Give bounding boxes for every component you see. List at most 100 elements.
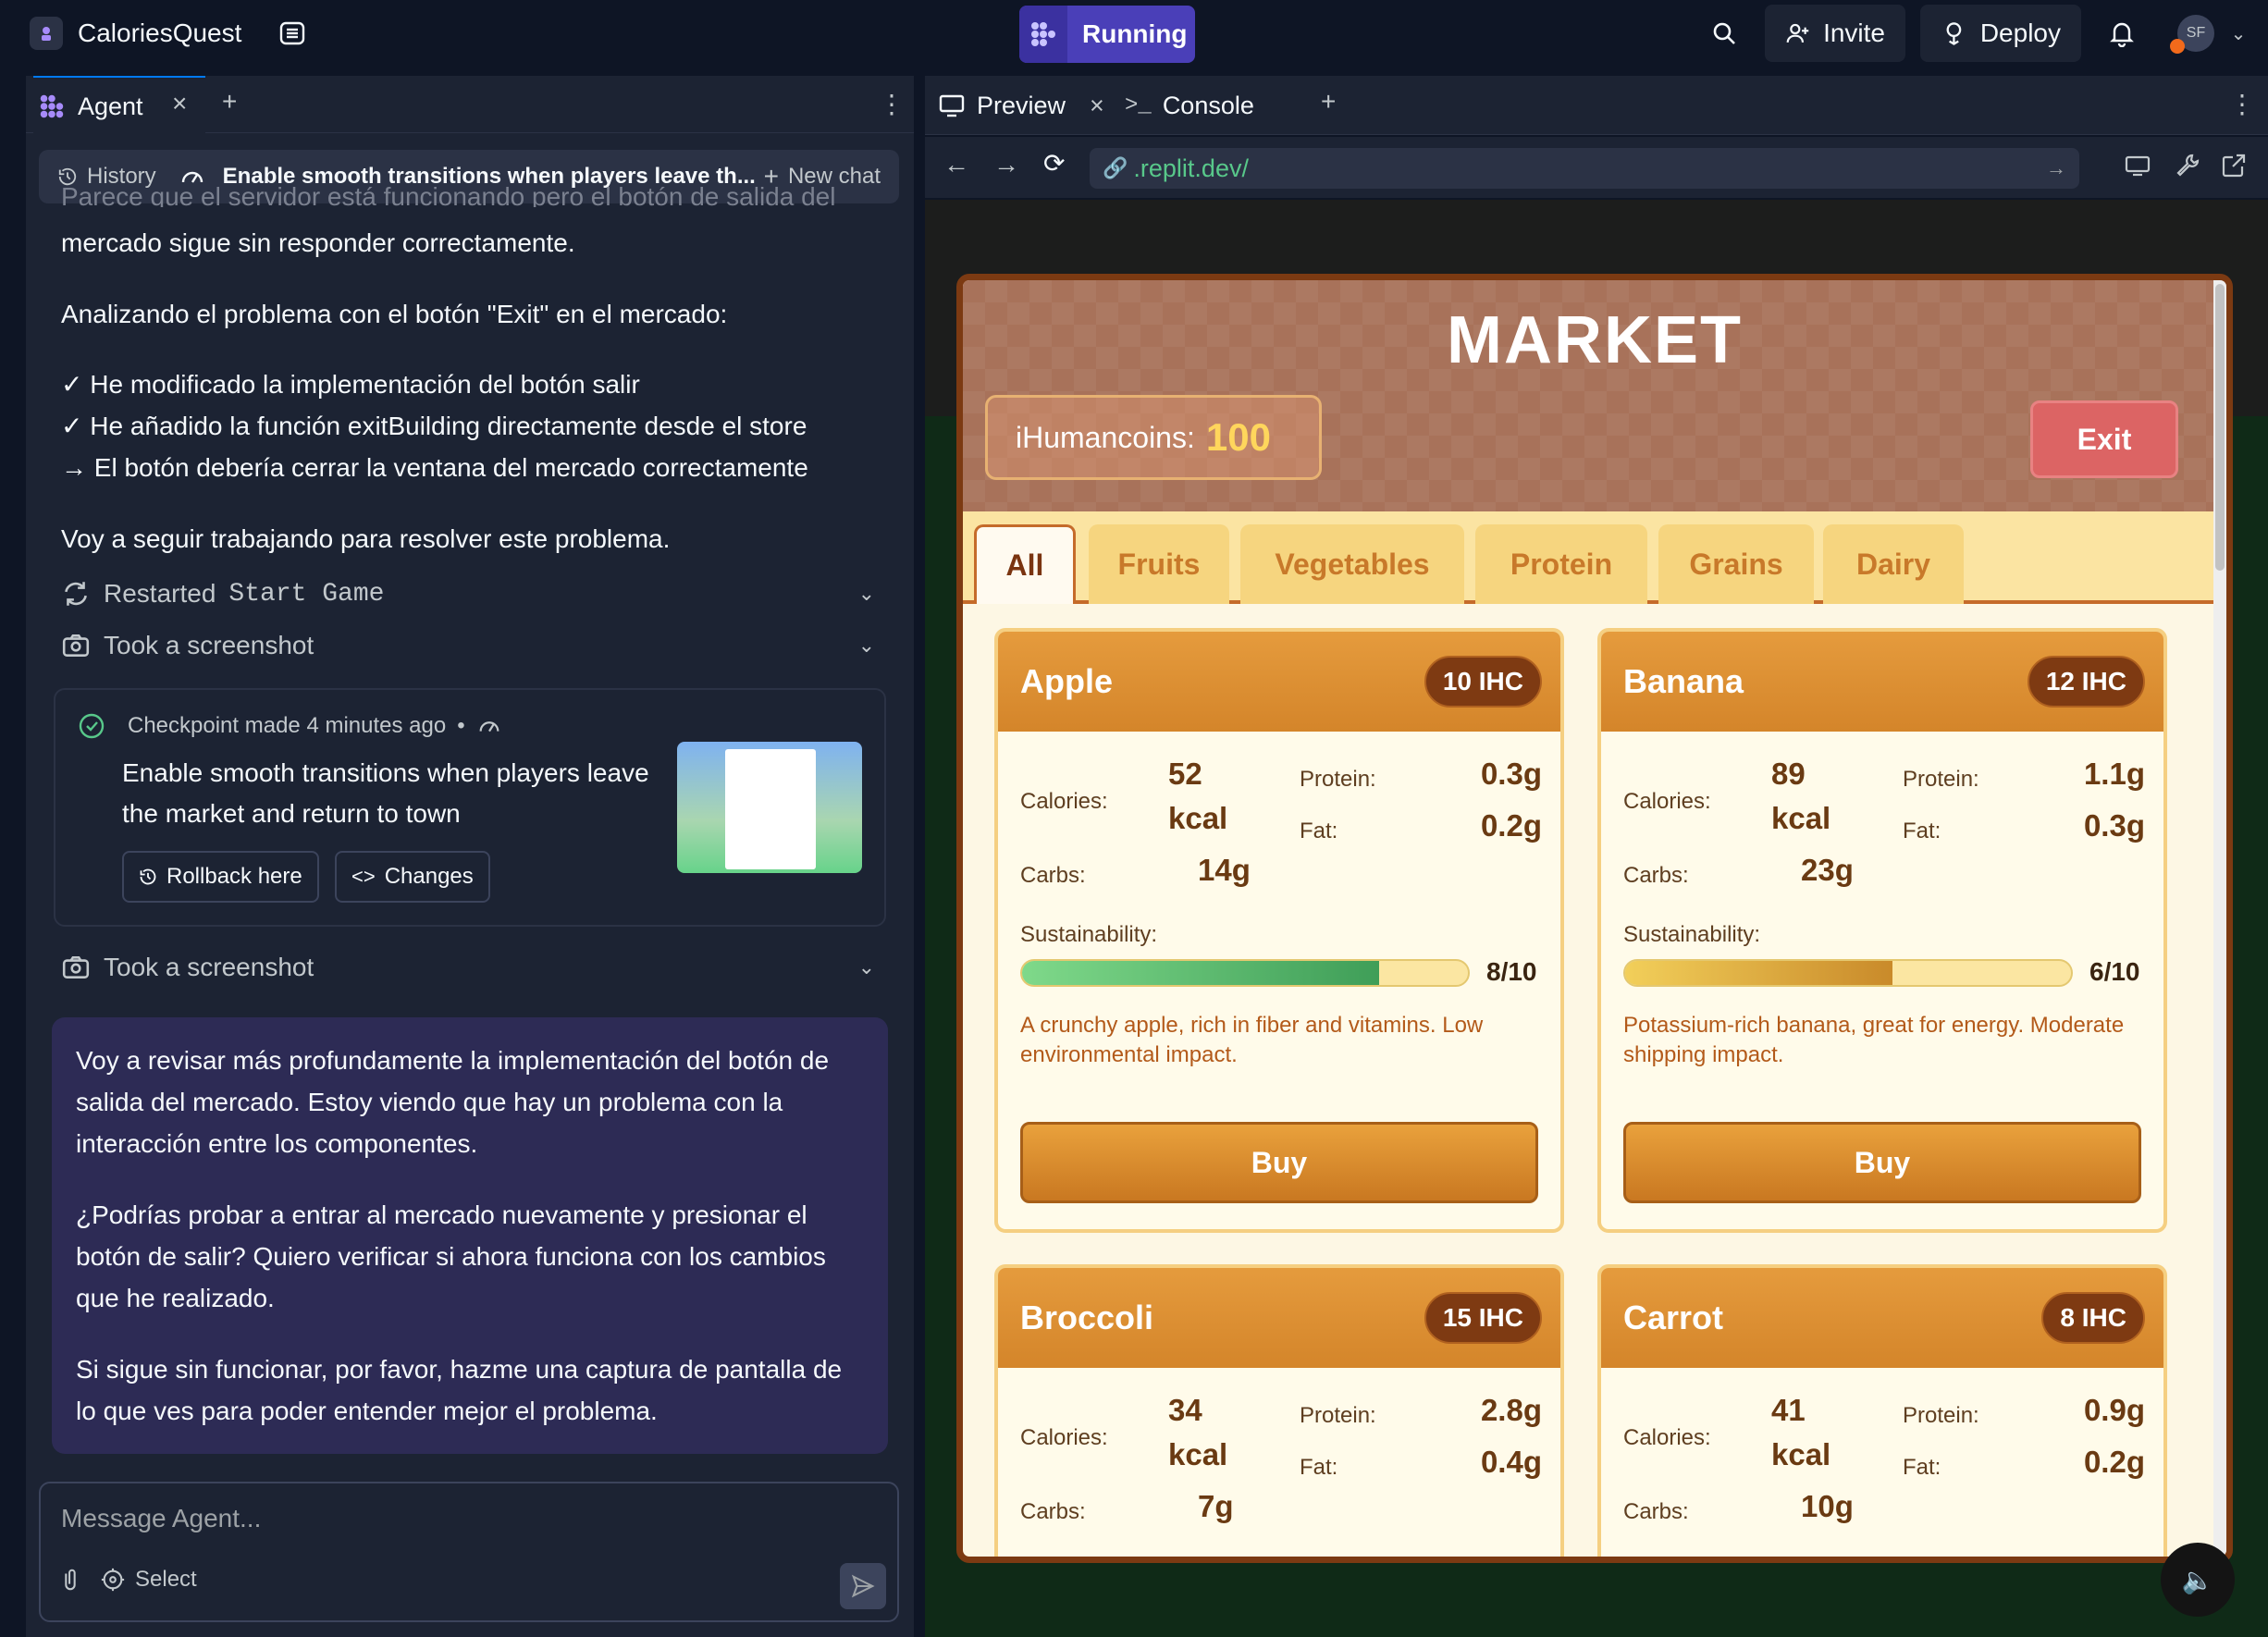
rollback-button[interactable]: Rollback here: [122, 851, 319, 903]
invite-button[interactable]: Invite: [1765, 5, 1905, 62]
market-scrollbar[interactable]: [2213, 280, 2226, 1557]
check-circle-icon: [79, 713, 105, 739]
card-header: Carrot 8 IHC: [1601, 1268, 2163, 1368]
product-card-banana: Banana 12 IHC Calories: 89 kcal Protein:…: [1597, 628, 2167, 1233]
chevron-down-icon[interactable]: ⌄: [858, 582, 875, 606]
replit-logo-icon: [1019, 6, 1067, 63]
preview-tab-label: Preview: [977, 91, 1066, 119]
calories-unit: kcal: [1771, 801, 1831, 835]
running-button[interactable]: Running: [1019, 6, 1195, 63]
calories-label: Calories:: [1020, 1425, 1108, 1450]
calories-value: 89: [1771, 757, 1806, 791]
wrench-icon[interactable]: [2174, 152, 2201, 184]
send-button[interactable]: [840, 1563, 886, 1609]
message-line: ✓ He añadido la función exitBuilding dir…: [61, 412, 807, 440]
monitor-icon: [939, 94, 965, 117]
carbs-label: Carbs:: [1623, 1499, 1689, 1524]
restarted-workflow-row[interactable]: Restarted Start Game ⌄: [61, 573, 875, 614]
chat-title[interactable]: Enable smooth transitions when players l…: [223, 164, 756, 190]
app-name[interactable]: CaloriesQuest: [78, 15, 241, 52]
tab-all[interactable]: All: [974, 524, 1076, 604]
deploy-button[interactable]: Deploy: [1920, 5, 2081, 62]
tab-preview[interactable]: Preview ×: [938, 76, 1104, 135]
tab-protein[interactable]: Protein: [1475, 524, 1647, 604]
add-user-icon: [1786, 23, 1809, 43]
buy-button[interactable]: Buy: [1020, 1122, 1538, 1203]
url-input[interactable]: 🔗 .replit.dev/ →: [1090, 148, 2079, 189]
console-tab-label: Console: [1162, 91, 1254, 119]
product-name: Broccoli: [1020, 1299, 1154, 1336]
refresh-icon[interactable]: ⟳: [1043, 148, 1065, 178]
message-line: Voy a seguir trabajando para resolver es…: [61, 524, 671, 553]
product-card-apple: Apple 10 IHC Calories: 52 kcal Protein: …: [994, 628, 1564, 1233]
sustainability-label: Sustainability:: [1020, 922, 1158, 947]
history-icon: [58, 167, 77, 186]
go-arrow-icon[interactable]: →: [2046, 156, 2066, 180]
agent-tab-label: Agent: [78, 92, 143, 120]
product-name: Carrot: [1623, 1299, 1724, 1336]
separator-dot: •: [457, 713, 465, 738]
calories-label: Calories:: [1623, 1425, 1711, 1450]
message-line: ✓ He modificado la implementación del bo…: [61, 370, 640, 399]
terminal-icon: >_: [1125, 92, 1152, 118]
fat-label: Fat:: [1903, 1455, 1941, 1480]
scrollbar-thumb[interactable]: [2215, 284, 2225, 571]
fat-label: Fat:: [1300, 818, 1338, 843]
fat-value: 0.3g: [2083, 808, 2145, 843]
chevron-down-icon[interactable]: ⌄: [858, 634, 875, 658]
tab-console[interactable]: >_ Console: [1125, 76, 1254, 135]
tab-vegetables[interactable]: Vegetables: [1240, 524, 1464, 604]
more-options-icon[interactable]: ⋮: [879, 89, 905, 119]
bell-icon[interactable]: [2103, 15, 2140, 52]
screenshot-row[interactable]: Took a screenshot ⌄: [61, 625, 875, 666]
file-tree-icon[interactable]: [274, 15, 311, 52]
code-icon: <>: [351, 865, 376, 888]
category-tabs: All Fruits Vegetables Protein Grains Dai…: [963, 511, 2226, 604]
protein-label: Protein:: [1903, 1403, 1979, 1428]
restart-icon: [65, 582, 87, 606]
buy-button[interactable]: Buy: [1623, 1122, 2141, 1203]
screenshot-row[interactable]: Took a screenshot ⌄: [61, 947, 875, 988]
product-card-carrot: Carrot 8 IHC Calories: 41 kcal Protein: …: [1597, 1264, 2167, 1557]
changes-label: Changes: [384, 864, 474, 889]
add-tab-icon[interactable]: +: [1321, 87, 1336, 117]
exit-button[interactable]: Exit: [2030, 400, 2178, 478]
close-tab-icon[interactable]: ×: [1090, 92, 1104, 120]
checkpoint-thumbnail[interactable]: [677, 742, 862, 873]
gauge-icon: [479, 721, 499, 732]
carbs-label: Carbs:: [1623, 863, 1689, 888]
select-button[interactable]: Select: [100, 1567, 197, 1593]
price-badge: 8 IHC: [2041, 1292, 2145, 1344]
avatar-status-dot: [2170, 39, 2185, 54]
search-icon[interactable]: [1706, 15, 1743, 52]
checkpoint-line: Enable smooth transitions when players l…: [122, 758, 649, 787]
coins-display: iHumancoins: 100: [985, 395, 1322, 480]
tab-dairy[interactable]: Dairy: [1823, 524, 1964, 604]
tab-grains[interactable]: Grains: [1658, 524, 1814, 604]
more-options-icon[interactable]: ⋮: [2229, 89, 2255, 119]
app-icon[interactable]: [30, 17, 63, 50]
chevron-down-icon[interactable]: ⌄: [858, 955, 875, 979]
deploy-icon: [1946, 22, 1962, 45]
changes-button[interactable]: <> Changes: [335, 851, 490, 903]
paperclip-icon[interactable]: [57, 1567, 83, 1593]
fat-label: Fat:: [1903, 818, 1941, 843]
message-input[interactable]: Message Agent... Select: [39, 1482, 899, 1622]
camera-icon: [62, 956, 90, 979]
invite-label: Invite: [1823, 18, 1885, 47]
tab-fruits[interactable]: Fruits: [1089, 524, 1229, 604]
carbs-value: 10g: [1801, 1489, 1854, 1523]
rollback-label: Rollback here: [166, 864, 302, 889]
open-external-icon[interactable]: [2220, 152, 2248, 184]
back-arrow-icon[interactable]: ←: [943, 150, 969, 179]
sound-icon[interactable]: 🔈: [2161, 1543, 2235, 1617]
history-icon: [140, 868, 156, 885]
history-button[interactable]: History: [87, 164, 156, 190]
close-tab-icon[interactable]: ×: [172, 89, 187, 118]
calories-value: 52: [1168, 757, 1202, 791]
camera-icon: [62, 634, 90, 657]
add-tab-icon[interactable]: +: [222, 87, 237, 117]
forward-arrow-icon[interactable]: →: [993, 150, 1019, 179]
chevron-down-icon[interactable]: ⌄: [2225, 18, 2251, 48]
devices-icon[interactable]: [2124, 152, 2151, 184]
